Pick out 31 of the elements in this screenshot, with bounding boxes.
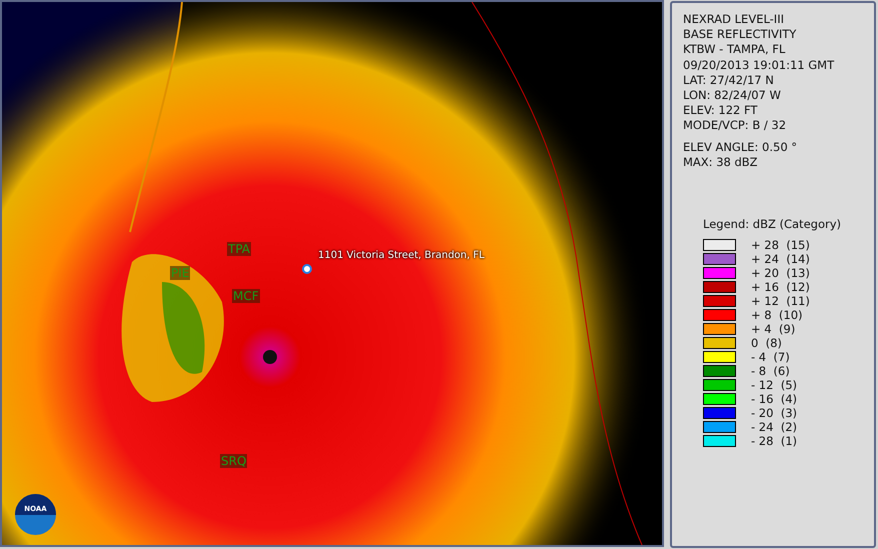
legend-label: - 12 (5) <box>751 378 798 392</box>
info-line: 09/20/2013 19:01:11 GMT <box>683 58 836 73</box>
info-line: LAT: 27/42/17 N <box>683 72 775 88</box>
station-label: MCF <box>232 289 260 303</box>
info-line: LON: 82/24/07 W <box>683 88 782 104</box>
legend-title: Legend: dBZ (Category) <box>703 217 842 232</box>
legend-label: + 16 (12) <box>751 280 810 294</box>
station-label: SRQ <box>220 454 248 468</box>
info-line: BASE REFLECTIVITY <box>683 27 798 42</box>
legend-label: + 12 (11) <box>751 294 810 308</box>
info-line: NEXRAD LEVEL-III <box>683 12 785 28</box>
legend-label: + 4 (9) <box>751 322 796 336</box>
info-line: MODE/VCP: B / 32 <box>683 118 788 134</box>
station-label: TPA <box>227 242 252 256</box>
legend-label: + 28 (15) <box>751 238 810 252</box>
legend-label: - 20 (3) <box>751 406 798 420</box>
info-line: MAX: 38 dBZ <box>683 154 759 170</box>
info-line: ELEV ANGLE: 0.50 ° <box>683 140 798 155</box>
legend-label: + 20 (13) <box>751 266 810 280</box>
info-line: ELEV: 122 FT <box>683 103 758 118</box>
station-label: PIE <box>170 266 190 280</box>
legend-label: - 28 (1) <box>751 434 798 448</box>
legend-label: - 16 (4) <box>751 392 798 406</box>
info-line: KTBW - TAMPA, FL <box>683 42 786 58</box>
legend-label: 0 (8) <box>751 336 782 350</box>
location-label: 1101 Victoria Street, Brandon, FL <box>318 250 484 261</box>
legend-label: - 24 (2) <box>751 420 798 434</box>
legend-label: - 8 (6) <box>751 364 790 378</box>
legend-label: + 8 (10) <box>751 308 803 322</box>
legend-label: + 24 (14) <box>751 252 810 266</box>
legend-label: - 4 (7) <box>751 350 790 364</box>
